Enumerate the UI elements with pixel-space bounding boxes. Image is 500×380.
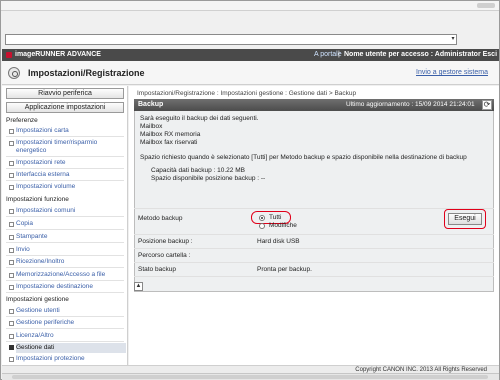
window-controls[interactable] xyxy=(477,3,495,8)
sidebar-item-security-settings[interactable]: Impostazioni protezione xyxy=(9,355,126,363)
sidebar: Riavvio periferica Applicazione impostaz… xyxy=(2,86,128,365)
execute-button[interactable]: Esegui xyxy=(448,213,482,225)
radio-modifiche-label: Modifiche xyxy=(269,222,297,229)
page-title: Impostazioni/Registrazione xyxy=(28,68,145,78)
settings-gear-icon xyxy=(8,67,20,79)
sidebar-item-data-management[interactable]: Gestione dati xyxy=(9,343,126,353)
data-item-rx-mailbox: Mailbox RX memoria xyxy=(140,131,201,138)
horizontal-scrollbar[interactable] xyxy=(2,373,499,380)
sidebar-item-device-management[interactable]: Gestione periferiche xyxy=(9,319,126,327)
sidebar-heading-preferences: Preferenze xyxy=(6,117,38,124)
browser-window: ▾ imageRUNNER ADVANCE A portale | Nome u… xyxy=(0,0,500,380)
backup-method-label: Metodo backup xyxy=(138,215,183,222)
backup-status-value: Pronta per backup. xyxy=(257,266,312,273)
folder-path-label: Percorso cartella : xyxy=(138,252,191,259)
sidebar-item-paper-settings[interactable]: Impostazioni carta xyxy=(9,127,126,135)
sidebar-heading-management-settings: Impostazioni gestione xyxy=(6,296,69,303)
backup-status-label: Stato backup xyxy=(138,266,176,273)
sidebar-item-destination-settings[interactable]: Impostazione destinazione xyxy=(9,283,126,291)
topbar-separator: | xyxy=(338,51,340,58)
data-item-mailbox: Mailbox xyxy=(140,123,163,130)
scrollbar-thumb[interactable] xyxy=(12,375,488,379)
radio-modifiche[interactable] xyxy=(259,223,265,229)
sidebar-item-volume[interactable]: Impostazioni volume xyxy=(9,183,126,191)
scroll-to-top-icon[interactable]: ▲ xyxy=(134,282,143,291)
radio-tutti[interactable] xyxy=(259,215,265,221)
last-update-text: Ultimo aggiornamento : 15/09 2014 21:24:… xyxy=(346,101,475,108)
page-header: Impostazioni/Registrazione Invio a gesto… xyxy=(2,61,499,85)
sidebar-item-external-interface[interactable]: Interfaccia esterna xyxy=(9,171,126,179)
address-bar[interactable] xyxy=(5,34,457,45)
sidebar-heading-function-settings: Impostazioni funzione xyxy=(6,196,69,203)
user-info-logout[interactable]: Nome utente per accesso : Administrator … xyxy=(344,50,497,60)
sidebar-item-network[interactable]: Impostazioni rete xyxy=(9,159,126,167)
sidebar-item-send[interactable]: Invio xyxy=(9,246,126,254)
sidebar-item-printer[interactable]: Stampante xyxy=(9,233,126,241)
breadcrumb: Impostazioni/Registrazione : Impostazion… xyxy=(137,90,357,97)
available-space-text: Spazio disponibile posizione backup : -- xyxy=(151,175,266,182)
sidebar-item-license-other[interactable]: Licenza/Altro xyxy=(9,332,126,340)
sidebar-item-common-settings[interactable]: Impostazioni comuni xyxy=(9,207,126,215)
data-item-fax-mailbox: Mailbox fax riservati xyxy=(140,139,198,146)
footer: Copyright CANON INC. 2013 All Rights Res… xyxy=(2,365,499,373)
refresh-icon[interactable]: ⟳ xyxy=(482,100,492,110)
product-name: imageRUNNER ADVANCE xyxy=(15,51,101,58)
sidebar-item-user-management[interactable]: Gestione utenti xyxy=(9,307,126,315)
backup-panel-body: Sarà eseguito il backup dei dati seguent… xyxy=(134,111,494,292)
sidebar-item-copy[interactable]: Copia xyxy=(9,220,126,228)
backup-panel-title: Backup xyxy=(138,101,164,108)
restart-device-button[interactable]: Riavvio periferica xyxy=(6,88,124,99)
address-dropdown-icon[interactable]: ▾ xyxy=(449,35,457,44)
send-to-system-manager-link[interactable]: Invio a gestore sistema xyxy=(416,68,488,78)
sidebar-item-timer-energy[interactable]: Impostazioni timer/risparmio energetico xyxy=(9,139,126,155)
backup-position-value: Hard disk USB xyxy=(257,238,300,245)
canon-logo-icon xyxy=(6,52,12,58)
apply-settings-button[interactable]: Applicazione impostazioni xyxy=(6,102,124,113)
space-note-text: Spazio richiesto quando è selezionato [T… xyxy=(140,154,467,161)
device-topbar: imageRUNNER ADVANCE A portale | Nome ute… xyxy=(2,49,499,61)
main-content: Impostazioni/Registrazione : Impostazion… xyxy=(129,86,499,365)
backup-panel-titlebar: Backup Ultimo aggiornamento : 15/09 2014… xyxy=(134,99,494,111)
backup-intro-text: Sarà eseguito il backup dei dati seguent… xyxy=(140,115,259,122)
sidebar-item-receive-forward[interactable]: Ricezione/Inoltro xyxy=(9,258,126,266)
sidebar-item-store-access-files[interactable]: Memorizzazione/Accesso a file xyxy=(9,271,126,279)
backup-position-label: Posizione backup : xyxy=(138,238,193,245)
window-titlebar xyxy=(1,1,499,11)
backup-capacity-text: Capacità dati backup : 10.22 MB xyxy=(151,167,245,174)
